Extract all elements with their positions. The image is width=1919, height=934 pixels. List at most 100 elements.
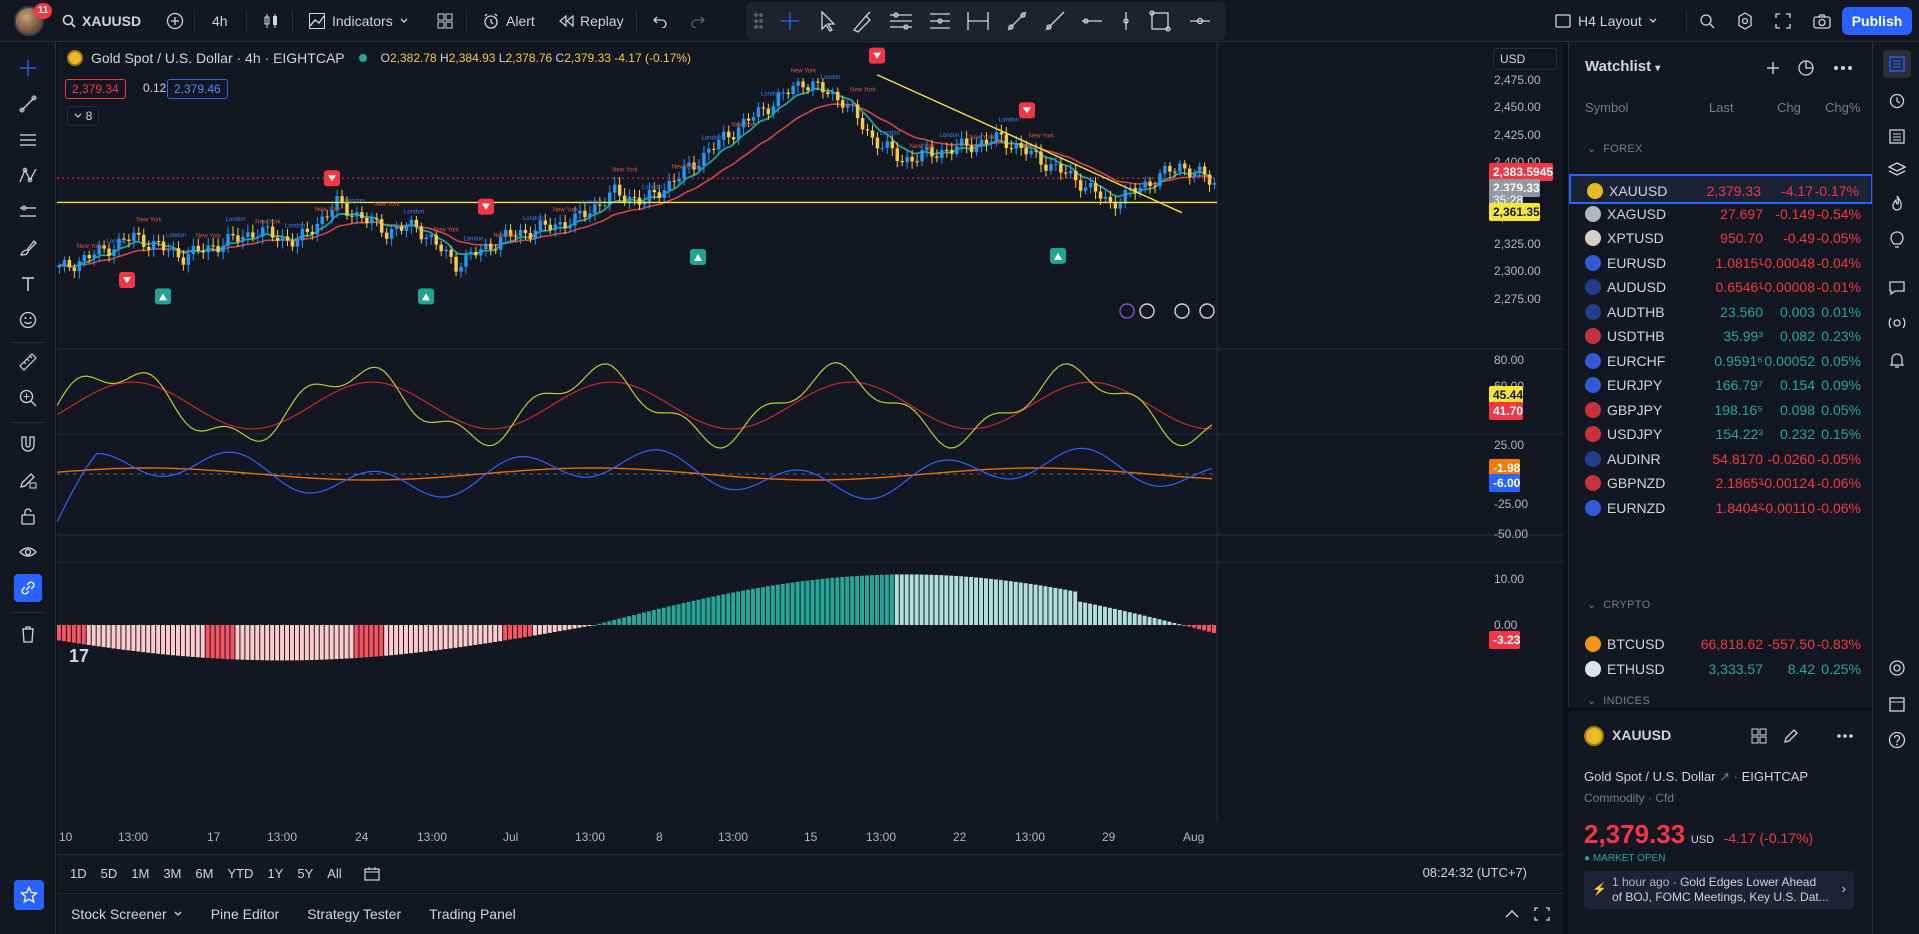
object-tree-button[interactable] xyxy=(1883,122,1911,150)
alerts-widget-button[interactable] xyxy=(1883,86,1911,114)
trendline-tool[interactable] xyxy=(14,90,42,118)
stay-in-drawing-mode[interactable] xyxy=(14,466,42,494)
histogram-bar xyxy=(681,603,686,625)
currency-select[interactable]: USD xyxy=(1493,48,1557,70)
range-5y[interactable]: 5Y xyxy=(290,866,320,881)
quick-search-button[interactable] xyxy=(1692,6,1722,36)
templates-button[interactable] xyxy=(430,6,460,36)
fullscreen-button[interactable] xyxy=(1768,6,1798,36)
right-widget-bar xyxy=(1872,42,1919,934)
wl-chg: -0.0260 xyxy=(1767,450,1815,467)
range-ytd[interactable]: YTD xyxy=(220,866,260,881)
session-label: New York xyxy=(434,227,460,233)
range-6m[interactable]: 6M xyxy=(188,866,220,881)
indicators-button[interactable]: Indicators xyxy=(302,6,415,36)
replay-button[interactable]: Replay xyxy=(552,6,630,36)
buy-button[interactable]: 2,379.46 xyxy=(167,79,228,99)
brush-tool[interactable] xyxy=(14,234,42,262)
chart-title[interactable]: Gold Spot / U.S. Dollar · 4h · EIGHTCAP xyxy=(91,50,345,66)
zoom-tool[interactable] xyxy=(14,384,42,412)
more-icon[interactable] xyxy=(1836,733,1854,739)
sell-button[interactable]: 2,379.34 xyxy=(65,79,126,99)
chart-type-button[interactable] xyxy=(256,6,286,36)
group-crypto[interactable]: ⌄ CRYPTO xyxy=(1587,598,1650,611)
icons-tool[interactable] xyxy=(14,306,42,334)
layout-button[interactable]: H4 Layout xyxy=(1548,6,1664,36)
tab-pine-editor[interactable]: Pine Editor xyxy=(197,906,293,922)
magnet-tool[interactable] xyxy=(14,430,42,458)
candle-body xyxy=(558,222,562,225)
maximize-icon[interactable] xyxy=(1533,906,1551,922)
settings-button[interactable] xyxy=(1730,6,1760,36)
hide-drawings[interactable] xyxy=(14,538,42,566)
favorites-button[interactable] xyxy=(14,880,44,910)
range-1d[interactable]: 1D xyxy=(63,866,94,881)
pattern-tool[interactable] xyxy=(14,162,42,190)
calendar-icon[interactable] xyxy=(363,866,381,882)
undo-button[interactable] xyxy=(646,6,674,36)
range-1y[interactable]: 1Y xyxy=(260,866,290,881)
watchlist-row-eurnzd[interactable]: EURNZD 1.8404² -0.00110 -0.06% xyxy=(1569,493,1873,523)
ideas-button[interactable] xyxy=(1883,226,1911,254)
snapshot-button[interactable] xyxy=(1806,6,1838,36)
indicators-toggle[interactable]: 8 xyxy=(67,106,99,126)
hotlists-button[interactable] xyxy=(1883,190,1911,218)
calendar-button[interactable] xyxy=(1883,690,1911,718)
histogram-bar xyxy=(909,574,914,625)
crosshair-tool[interactable] xyxy=(14,54,42,82)
group-indices[interactable]: ⌄ INDICES xyxy=(1587,694,1650,707)
details-symbol[interactable]: XAUUSD xyxy=(1612,727,1671,743)
alert-button[interactable]: Alert xyxy=(476,6,541,36)
compare-symbol-button[interactable] xyxy=(160,6,190,36)
signals-button[interactable] xyxy=(1883,310,1911,338)
watchlist-row-ethusd[interactable]: ETHUSD 3,333.57 8.42 0.25% xyxy=(1569,654,1873,684)
interval-button[interactable]: 4h xyxy=(206,6,234,36)
group-forex[interactable]: ⌄ FOREX xyxy=(1587,142,1643,155)
text-tool[interactable] xyxy=(14,270,42,298)
tab-stock-screener[interactable]: Stock Screener xyxy=(57,906,197,922)
watchlist-widget-button[interactable] xyxy=(1883,50,1911,78)
range-3m[interactable]: 3M xyxy=(156,866,188,881)
layers-button[interactable] xyxy=(1883,156,1911,184)
grid-icon[interactable] xyxy=(1750,727,1768,745)
histogram-bar xyxy=(210,625,215,659)
sync-drawings[interactable] xyxy=(14,574,42,602)
candle-body xyxy=(722,131,726,140)
session-label: New York xyxy=(553,207,579,213)
notifications-button[interactable] xyxy=(1883,346,1911,374)
pie-chart-icon[interactable] xyxy=(1796,58,1816,78)
clock-timezone[interactable]: 08:24:32 (UTC+7) xyxy=(1423,865,1527,880)
fib-tool[interactable] xyxy=(14,126,42,154)
range-all[interactable]: All xyxy=(320,866,348,881)
candle-body xyxy=(256,236,260,238)
edit-icon[interactable] xyxy=(1782,727,1800,745)
chart-area[interactable]: New York London New York London New York Lond… xyxy=(57,42,1563,892)
chevron-up-icon[interactable] xyxy=(1503,908,1521,920)
target-button[interactable] xyxy=(1883,654,1911,682)
remove-drawings[interactable] xyxy=(14,620,42,648)
redo-button[interactable] xyxy=(684,6,712,36)
measure-tool[interactable] xyxy=(14,348,42,376)
tab-strategy-tester[interactable]: Strategy Tester xyxy=(293,906,415,922)
range-1m[interactable]: 1M xyxy=(124,866,156,881)
tab-trading-panel[interactable]: Trading Panel xyxy=(415,906,530,922)
help-button[interactable] xyxy=(1883,726,1911,754)
chart-canvas[interactable]: New YorkLondonNew YorkLondon New YorkLond… xyxy=(57,42,1563,854)
histogram-bar xyxy=(850,576,855,625)
plus-icon[interactable] xyxy=(1765,60,1781,76)
symbol-search-button[interactable]: XAUUSD xyxy=(56,6,147,36)
more-icon[interactable] xyxy=(1833,65,1853,71)
range-5d[interactable]: 5D xyxy=(94,866,125,881)
candle-body xyxy=(657,192,662,199)
candle-body xyxy=(251,232,255,238)
prediction-tool[interactable] xyxy=(14,198,42,226)
news-headline[interactable]: ⚡ 1 hour ago · Gold Edges Lower Ahead of… xyxy=(1584,871,1854,909)
lock-drawings[interactable] xyxy=(14,502,42,530)
candle-body xyxy=(459,266,463,272)
publish-button[interactable]: Publish xyxy=(1842,7,1912,35)
watchlist-title[interactable]: Watchlist ▾ xyxy=(1585,58,1660,75)
histogram-bar xyxy=(483,625,488,644)
wl-symbol: EURCHF xyxy=(1607,352,1666,369)
chat-button[interactable] xyxy=(1883,274,1911,302)
candle-body xyxy=(761,107,766,109)
